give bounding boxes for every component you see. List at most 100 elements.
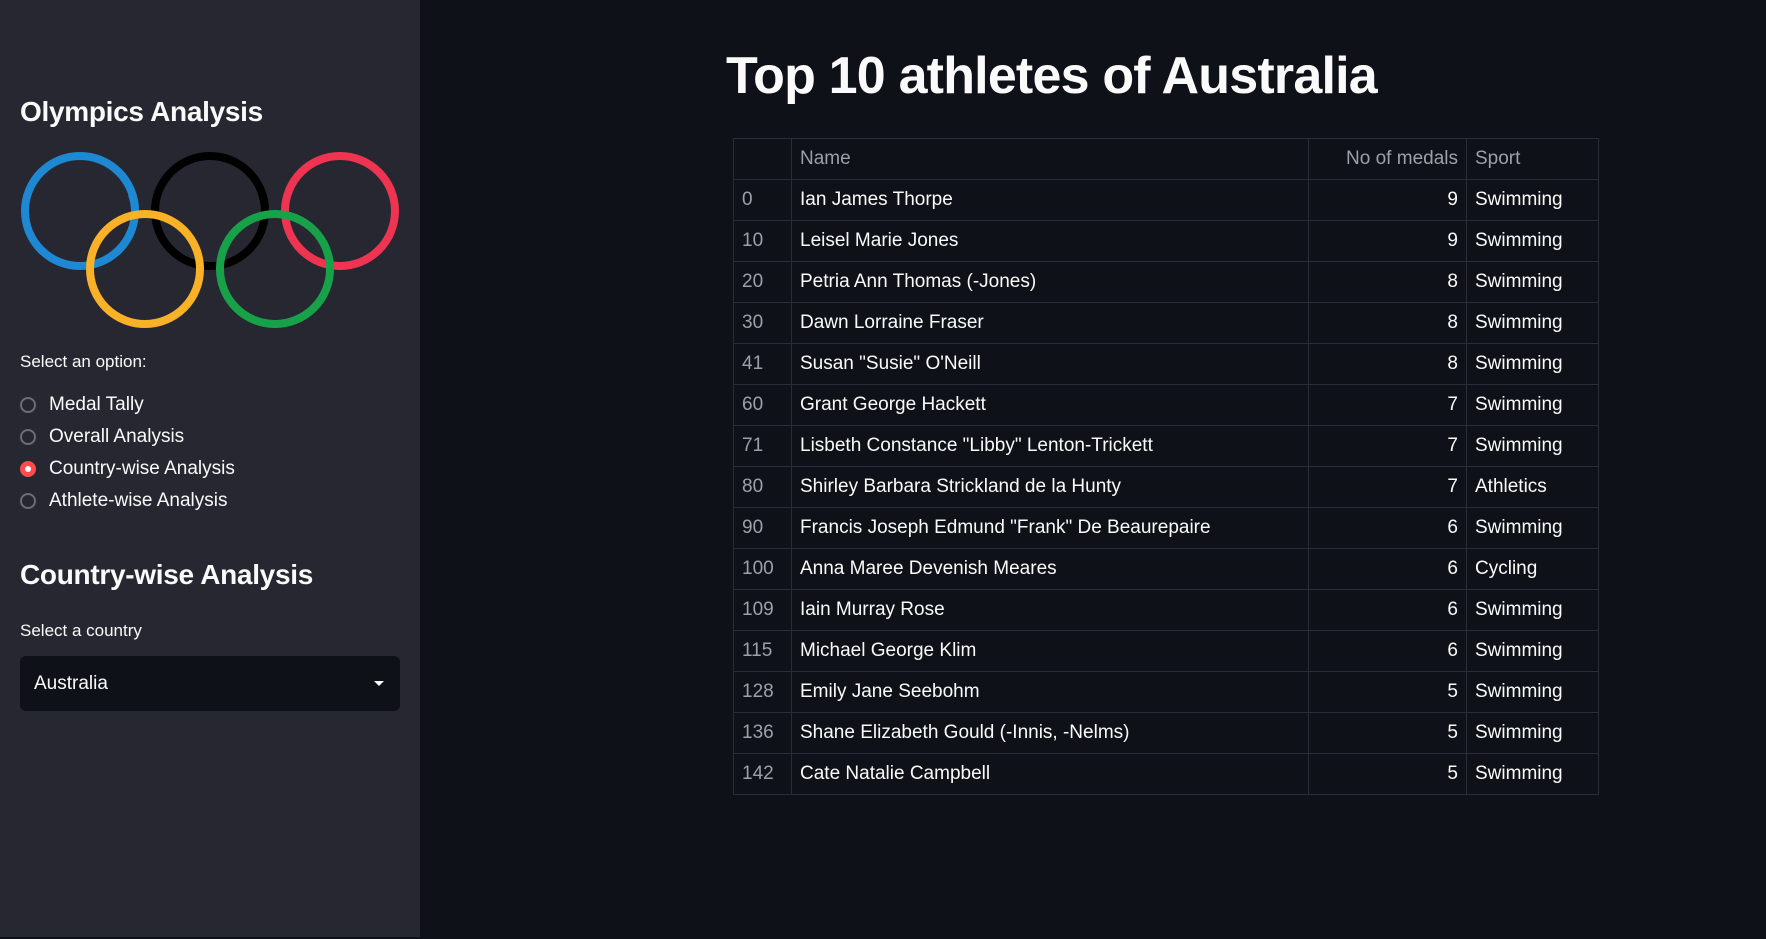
- sport-name[interactable]: Swimming: [1466, 753, 1599, 795]
- radio-medal-tally[interactable]: Medal Tally: [20, 389, 235, 421]
- table-row[interactable]: 10 Leisel Marie Jones 9 Swimming: [733, 220, 1599, 262]
- table-row[interactable]: 71 Lisbeth Constance "Libby" Lenton-Trick…: [733, 425, 1599, 467]
- row-index[interactable]: 90: [733, 507, 792, 549]
- row-index[interactable]: 10: [733, 220, 792, 262]
- radio-circle-icon[interactable]: [20, 493, 36, 509]
- row-index[interactable]: 80: [733, 466, 792, 508]
- row-index[interactable]: 100: [733, 548, 792, 590]
- country-select[interactable]: Australia: [20, 656, 400, 711]
- athlete-name[interactable]: Iain Murray Rose: [791, 589, 1309, 631]
- medal-count[interactable]: 5: [1308, 671, 1467, 713]
- radio-circle-icon[interactable]: [20, 397, 36, 413]
- athlete-name[interactable]: Susan "Susie" O'Neill: [791, 343, 1309, 385]
- athlete-name[interactable]: Grant George Hackett: [791, 384, 1309, 426]
- sport-name[interactable]: Swimming: [1466, 630, 1599, 672]
- row-index[interactable]: 71: [733, 425, 792, 467]
- column-header-index[interactable]: [733, 138, 792, 180]
- table-row[interactable]: 80 Shirley Barbara Strickland de la Hunty…: [733, 466, 1599, 508]
- row-index[interactable]: 115: [733, 630, 792, 672]
- row-index[interactable]: 128: [733, 671, 792, 713]
- athlete-name[interactable]: Emily Jane Seebohm: [791, 671, 1309, 713]
- sport-name[interactable]: Swimming: [1466, 507, 1599, 549]
- medal-count[interactable]: 8: [1308, 343, 1467, 385]
- table-row[interactable]: 41 Susan "Susie" O'Neill 8 Swimming: [733, 343, 1599, 385]
- table-row[interactable]: 20 Petria Ann Thomas (-Jones) 8 Swimming: [733, 261, 1599, 303]
- athlete-name[interactable]: Francis Joseph Edmund "Frank" De Beaurep…: [791, 507, 1309, 549]
- row-index[interactable]: 136: [733, 712, 792, 754]
- medal-count[interactable]: 9: [1308, 220, 1467, 262]
- medal-count[interactable]: 7: [1308, 425, 1467, 467]
- radio-option-label[interactable]: Medal Tally: [49, 394, 144, 416]
- athlete-name[interactable]: Ian James Thorpe: [791, 179, 1309, 221]
- column-header-name[interactable]: Name: [791, 138, 1309, 180]
- column-header-sport[interactable]: Sport: [1466, 138, 1599, 180]
- athlete-name[interactable]: Cate Natalie Campbell: [791, 753, 1309, 795]
- sport-name[interactable]: Swimming: [1466, 261, 1599, 303]
- medal-count[interactable]: 6: [1308, 589, 1467, 631]
- analysis-radio-group: Medal Tally Overall Analysis Country-wis…: [20, 389, 235, 517]
- app: Olympics Analysis Select an option: Meda…: [0, 0, 1766, 939]
- athlete-name[interactable]: Michael George Klim: [791, 630, 1309, 672]
- medal-count[interactable]: 7: [1308, 466, 1467, 508]
- row-index[interactable]: 109: [733, 589, 792, 631]
- table-row[interactable]: 30 Dawn Lorraine Fraser 8 Swimming: [733, 302, 1599, 344]
- athlete-name[interactable]: Dawn Lorraine Fraser: [791, 302, 1309, 344]
- table-row[interactable]: 109 Iain Murray Rose 6 Swimming: [733, 589, 1599, 631]
- sport-name[interactable]: Swimming: [1466, 425, 1599, 467]
- medal-count[interactable]: 6: [1308, 630, 1467, 672]
- row-index[interactable]: 30: [733, 302, 792, 344]
- sport-name[interactable]: Swimming: [1466, 671, 1599, 713]
- medal-count[interactable]: 7: [1308, 384, 1467, 426]
- row-index[interactable]: 142: [733, 753, 792, 795]
- radio-option-label[interactable]: Athlete-wise Analysis: [49, 490, 227, 512]
- country-select-label: Select a country: [20, 621, 142, 640]
- chevron-down-icon[interactable]: [374, 681, 384, 686]
- athlete-name[interactable]: Shirley Barbara Strickland de la Hunty: [791, 466, 1309, 508]
- sport-name[interactable]: Swimming: [1466, 220, 1599, 262]
- radio-checked-icon[interactable]: [20, 461, 36, 477]
- table-row[interactable]: 90 Francis Joseph Edmund "Frank" De Beaur…: [733, 507, 1599, 549]
- medal-count[interactable]: 8: [1308, 261, 1467, 303]
- row-index[interactable]: 41: [733, 343, 792, 385]
- medal-count[interactable]: 8: [1308, 302, 1467, 344]
- medal-count[interactable]: 9: [1308, 179, 1467, 221]
- medal-count[interactable]: 6: [1308, 507, 1467, 549]
- sport-name[interactable]: Swimming: [1466, 302, 1599, 344]
- radio-athlete-wise-analysis[interactable]: Athlete-wise Analysis: [20, 485, 235, 517]
- table-row[interactable]: 60 Grant George Hackett 7 Swimming: [733, 384, 1599, 426]
- row-index[interactable]: 60: [733, 384, 792, 426]
- row-index[interactable]: 0: [733, 179, 792, 221]
- athlete-name[interactable]: Anna Maree Devenish Meares: [791, 548, 1309, 590]
- table-row[interactable]: 115 Michael George Klim 6 Swimming: [733, 630, 1599, 672]
- sport-name[interactable]: Swimming: [1466, 343, 1599, 385]
- table-row[interactable]: 142 Cate Natalie Campbell 5 Swimming: [733, 753, 1599, 795]
- medal-count[interactable]: 6: [1308, 548, 1467, 590]
- table-row[interactable]: 100 Anna Maree Devenish Meares 6 Cycling: [733, 548, 1599, 590]
- sport-name[interactable]: Swimming: [1466, 589, 1599, 631]
- medal-count[interactable]: 5: [1308, 712, 1467, 754]
- table-row[interactable]: 128 Emily Jane Seebohm 5 Swimming: [733, 671, 1599, 713]
- radio-country-wise-analysis[interactable]: Country-wise Analysis: [20, 453, 235, 485]
- sport-name[interactable]: Swimming: [1466, 384, 1599, 426]
- section-title: Country-wise Analysis: [20, 559, 313, 590]
- radio-option-label[interactable]: Overall Analysis: [49, 426, 184, 448]
- radio-circle-icon[interactable]: [20, 429, 36, 445]
- column-header-medals[interactable]: No of medals: [1308, 138, 1467, 180]
- athlete-name[interactable]: Lisbeth Constance "Libby" Lenton-Tricket…: [791, 425, 1309, 467]
- radio-option-label[interactable]: Country-wise Analysis: [49, 458, 235, 480]
- row-index[interactable]: 20: [733, 261, 792, 303]
- athletes-table[interactable]: Name No of medals Sport 0 Ian James Thorp…: [733, 138, 1599, 795]
- athletes-table-container[interactable]: Name No of medals Sport 0 Ian James Thorp…: [733, 138, 1599, 795]
- athlete-name[interactable]: Shane Elizabeth Gould (-Innis, -Nelms): [791, 712, 1309, 754]
- sport-name[interactable]: Swimming: [1466, 712, 1599, 754]
- sport-name[interactable]: Cycling: [1466, 548, 1599, 590]
- athlete-name[interactable]: Leisel Marie Jones: [791, 220, 1309, 262]
- sport-name[interactable]: Swimming: [1466, 179, 1599, 221]
- country-select-value[interactable]: Australia: [34, 673, 108, 695]
- athlete-name[interactable]: Petria Ann Thomas (-Jones): [791, 261, 1309, 303]
- sport-name[interactable]: Athletics: [1466, 466, 1599, 508]
- table-row[interactable]: 136 Shane Elizabeth Gould (-Innis, -Nelms…: [733, 712, 1599, 754]
- table-row[interactable]: 0 Ian James Thorpe 9 Swimming: [733, 179, 1599, 221]
- medal-count[interactable]: 5: [1308, 753, 1467, 795]
- radio-overall-analysis[interactable]: Overall Analysis: [20, 421, 235, 453]
